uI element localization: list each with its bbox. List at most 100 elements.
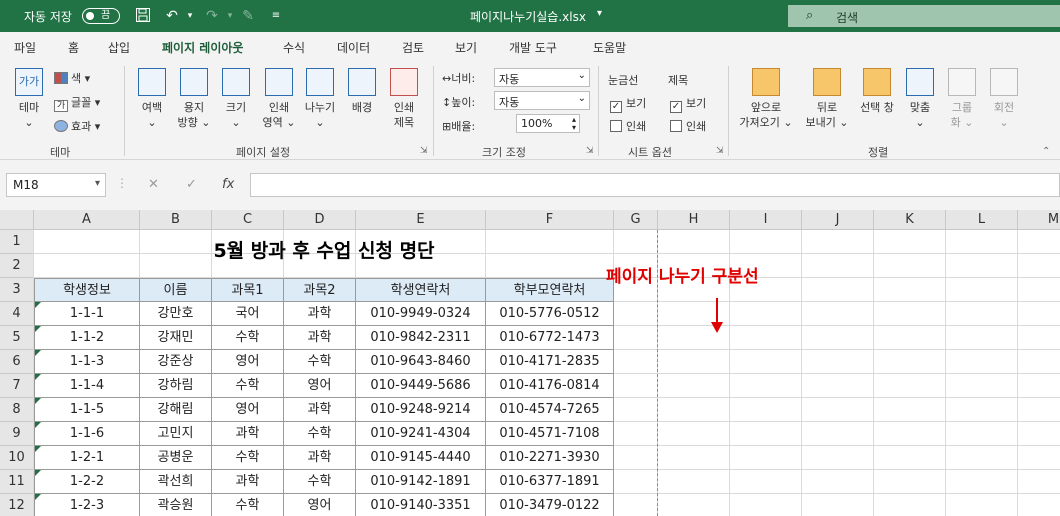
table-cell[interactable]: 수학	[212, 494, 284, 516]
table-cell[interactable]: 강재민	[140, 326, 212, 350]
column-header-h[interactable]: H	[658, 210, 730, 230]
width-select[interactable]: 자동 ⌄	[494, 68, 590, 87]
table-cell[interactable]: 1-1-4	[34, 374, 140, 398]
redo-dropdown-icon[interactable]: ▾	[221, 7, 239, 25]
column-header-k[interactable]: K	[874, 210, 946, 230]
row-header-8[interactable]: 8	[0, 398, 34, 422]
headings-print-checkbox[interactable]: 인쇄	[670, 118, 706, 134]
table-cell[interactable]: 강준상	[140, 350, 212, 374]
margins-button[interactable]: 여백 ⌄	[134, 68, 170, 130]
undo-icon[interactable]: ↶	[163, 7, 181, 25]
table-cell[interactable]: 강하림	[140, 374, 212, 398]
table-cell[interactable]: 010-9142-1891	[356, 470, 486, 494]
insert-function-icon[interactable]: fx	[222, 177, 234, 192]
tab-data[interactable]: 데이터	[337, 39, 370, 56]
column-header-e[interactable]: E	[356, 210, 486, 230]
table-cell[interactable]: 010-6772-1473	[486, 326, 614, 350]
table-cell[interactable]: 010-9248-9214	[356, 398, 486, 422]
table-cell[interactable]: 수학	[284, 422, 356, 446]
table-cell[interactable]: 010-3479-0122	[486, 494, 614, 516]
tab-help[interactable]: 도움말	[593, 39, 626, 56]
table-cell[interactable]: 곽승원	[140, 494, 212, 516]
table-cell[interactable]: 고민지	[140, 422, 212, 446]
table-cell[interactable]: 강해림	[140, 398, 212, 422]
table-cell[interactable]: 1-2-2	[34, 470, 140, 494]
column-header-c[interactable]: C	[212, 210, 284, 230]
spinner-arrows-icon[interactable]: ▴ ▾	[572, 116, 576, 132]
tab-file[interactable]: 파일	[14, 39, 36, 56]
table-cell[interactable]: 곽선희	[140, 470, 212, 494]
table-cell[interactable]: 과학	[212, 422, 284, 446]
column-header-f[interactable]: F	[486, 210, 614, 230]
name-box[interactable]: M18 ▾	[6, 173, 106, 197]
group-button[interactable]: 그룹 화 ⌄	[942, 68, 982, 130]
column-header-j[interactable]: J	[802, 210, 874, 230]
table-cell[interactable]: 1-1-5	[34, 398, 140, 422]
table-header-cell[interactable]: 학부모연락처	[486, 278, 614, 302]
row-header-1[interactable]: 1	[0, 230, 34, 254]
formula-input[interactable]	[250, 173, 1060, 197]
row-header-3[interactable]: 3	[0, 278, 34, 302]
gridlines-view-checkbox[interactable]: ✓ 보기	[610, 95, 646, 113]
row-header-7[interactable]: 7	[0, 374, 34, 398]
column-header-g[interactable]: G	[614, 210, 658, 230]
print-area-button[interactable]: 인쇄 영역 ⌄	[258, 68, 300, 130]
print-titles-button[interactable]: 인쇄 제목	[386, 68, 422, 130]
table-cell[interactable]: 010-5776-0512	[486, 302, 614, 326]
table-cell[interactable]: 1-1-2	[34, 326, 140, 350]
table-header-cell[interactable]: 학생정보	[34, 278, 140, 302]
search-box[interactable]: ⌕ 검색	[788, 5, 1060, 27]
table-cell[interactable]: 수학	[212, 446, 284, 470]
tab-home[interactable]: 홈	[68, 39, 79, 56]
column-header-i[interactable]: I	[730, 210, 802, 230]
column-header-l[interactable]: L	[946, 210, 1018, 230]
table-cell[interactable]: 010-9145-4440	[356, 446, 486, 470]
table-cell[interactable]: 수학	[284, 470, 356, 494]
column-header-d[interactable]: D	[284, 210, 356, 230]
table-cell[interactable]: 010-9140-3351	[356, 494, 486, 516]
theme-fonts-button[interactable]: 가 글꼴 ▾	[54, 94, 100, 112]
size-button[interactable]: 크기 ⌄	[218, 68, 254, 130]
enter-icon[interactable]: ✓	[186, 177, 197, 192]
headings-view-checkbox[interactable]: ✓ 보기	[670, 95, 706, 113]
column-header-b[interactable]: B	[140, 210, 212, 230]
redo-icon[interactable]: ↷	[203, 7, 221, 25]
align-button[interactable]: 맞춤 ⌄	[902, 68, 938, 130]
tab-review[interactable]: 검토	[402, 39, 424, 56]
row-header-12[interactable]: 12	[0, 494, 34, 516]
row-header-4[interactable]: 4	[0, 302, 34, 326]
table-cell[interactable]: 영어	[284, 494, 356, 516]
table-cell[interactable]: 010-9949-0324	[356, 302, 486, 326]
search-input[interactable]: 검색	[836, 9, 858, 26]
table-cell[interactable]: 강만호	[140, 302, 212, 326]
collapse-ribbon-icon[interactable]: ⌃	[1042, 146, 1050, 157]
table-cell[interactable]: 010-9449-5686	[356, 374, 486, 398]
tab-developer[interactable]: 개발 도구	[509, 39, 557, 56]
table-cell[interactable]: 과학	[284, 446, 356, 470]
row-header-6[interactable]: 6	[0, 350, 34, 374]
page-setup-launcher-icon[interactable]: ⇲	[420, 146, 428, 156]
table-cell[interactable]: 1-1-6	[34, 422, 140, 446]
autosave-toggle[interactable]: 끔	[82, 8, 120, 24]
table-cell[interactable]: 영어	[212, 398, 284, 422]
theme-colors-button[interactable]: 색 ▾	[54, 70, 90, 86]
table-cell[interactable]: 공병운	[140, 446, 212, 470]
tab-insert[interactable]: 삽입	[108, 39, 130, 56]
table-cell[interactable]: 1-2-1	[34, 446, 140, 470]
tab-formulas[interactable]: 수식	[283, 39, 305, 56]
sheet-title[interactable]: 5월 방과 후 수업 신청 명단	[140, 236, 508, 263]
row-header-5[interactable]: 5	[0, 326, 34, 350]
table-cell[interactable]: 010-4574-7265	[486, 398, 614, 422]
orientation-button[interactable]: 용지 방향 ⌄	[172, 68, 216, 130]
undo-dropdown-icon[interactable]: ▾	[181, 7, 199, 25]
table-header-cell[interactable]: 과목2	[284, 278, 356, 302]
scale-spinner[interactable]: 100% ▴ ▾	[516, 114, 580, 133]
send-backward-button[interactable]: 뒤로 보내기 ⌄	[800, 68, 854, 130]
table-cell[interactable]: 010-6377-1891	[486, 470, 614, 494]
table-header-cell[interactable]: 학생연락처	[356, 278, 486, 302]
table-cell[interactable]: 010-4176-0814	[486, 374, 614, 398]
table-cell[interactable]: 수학	[212, 326, 284, 350]
scale-value[interactable]: 100%	[521, 117, 552, 130]
table-cell[interactable]: 수학	[212, 374, 284, 398]
table-cell[interactable]: 010-2271-3930	[486, 446, 614, 470]
